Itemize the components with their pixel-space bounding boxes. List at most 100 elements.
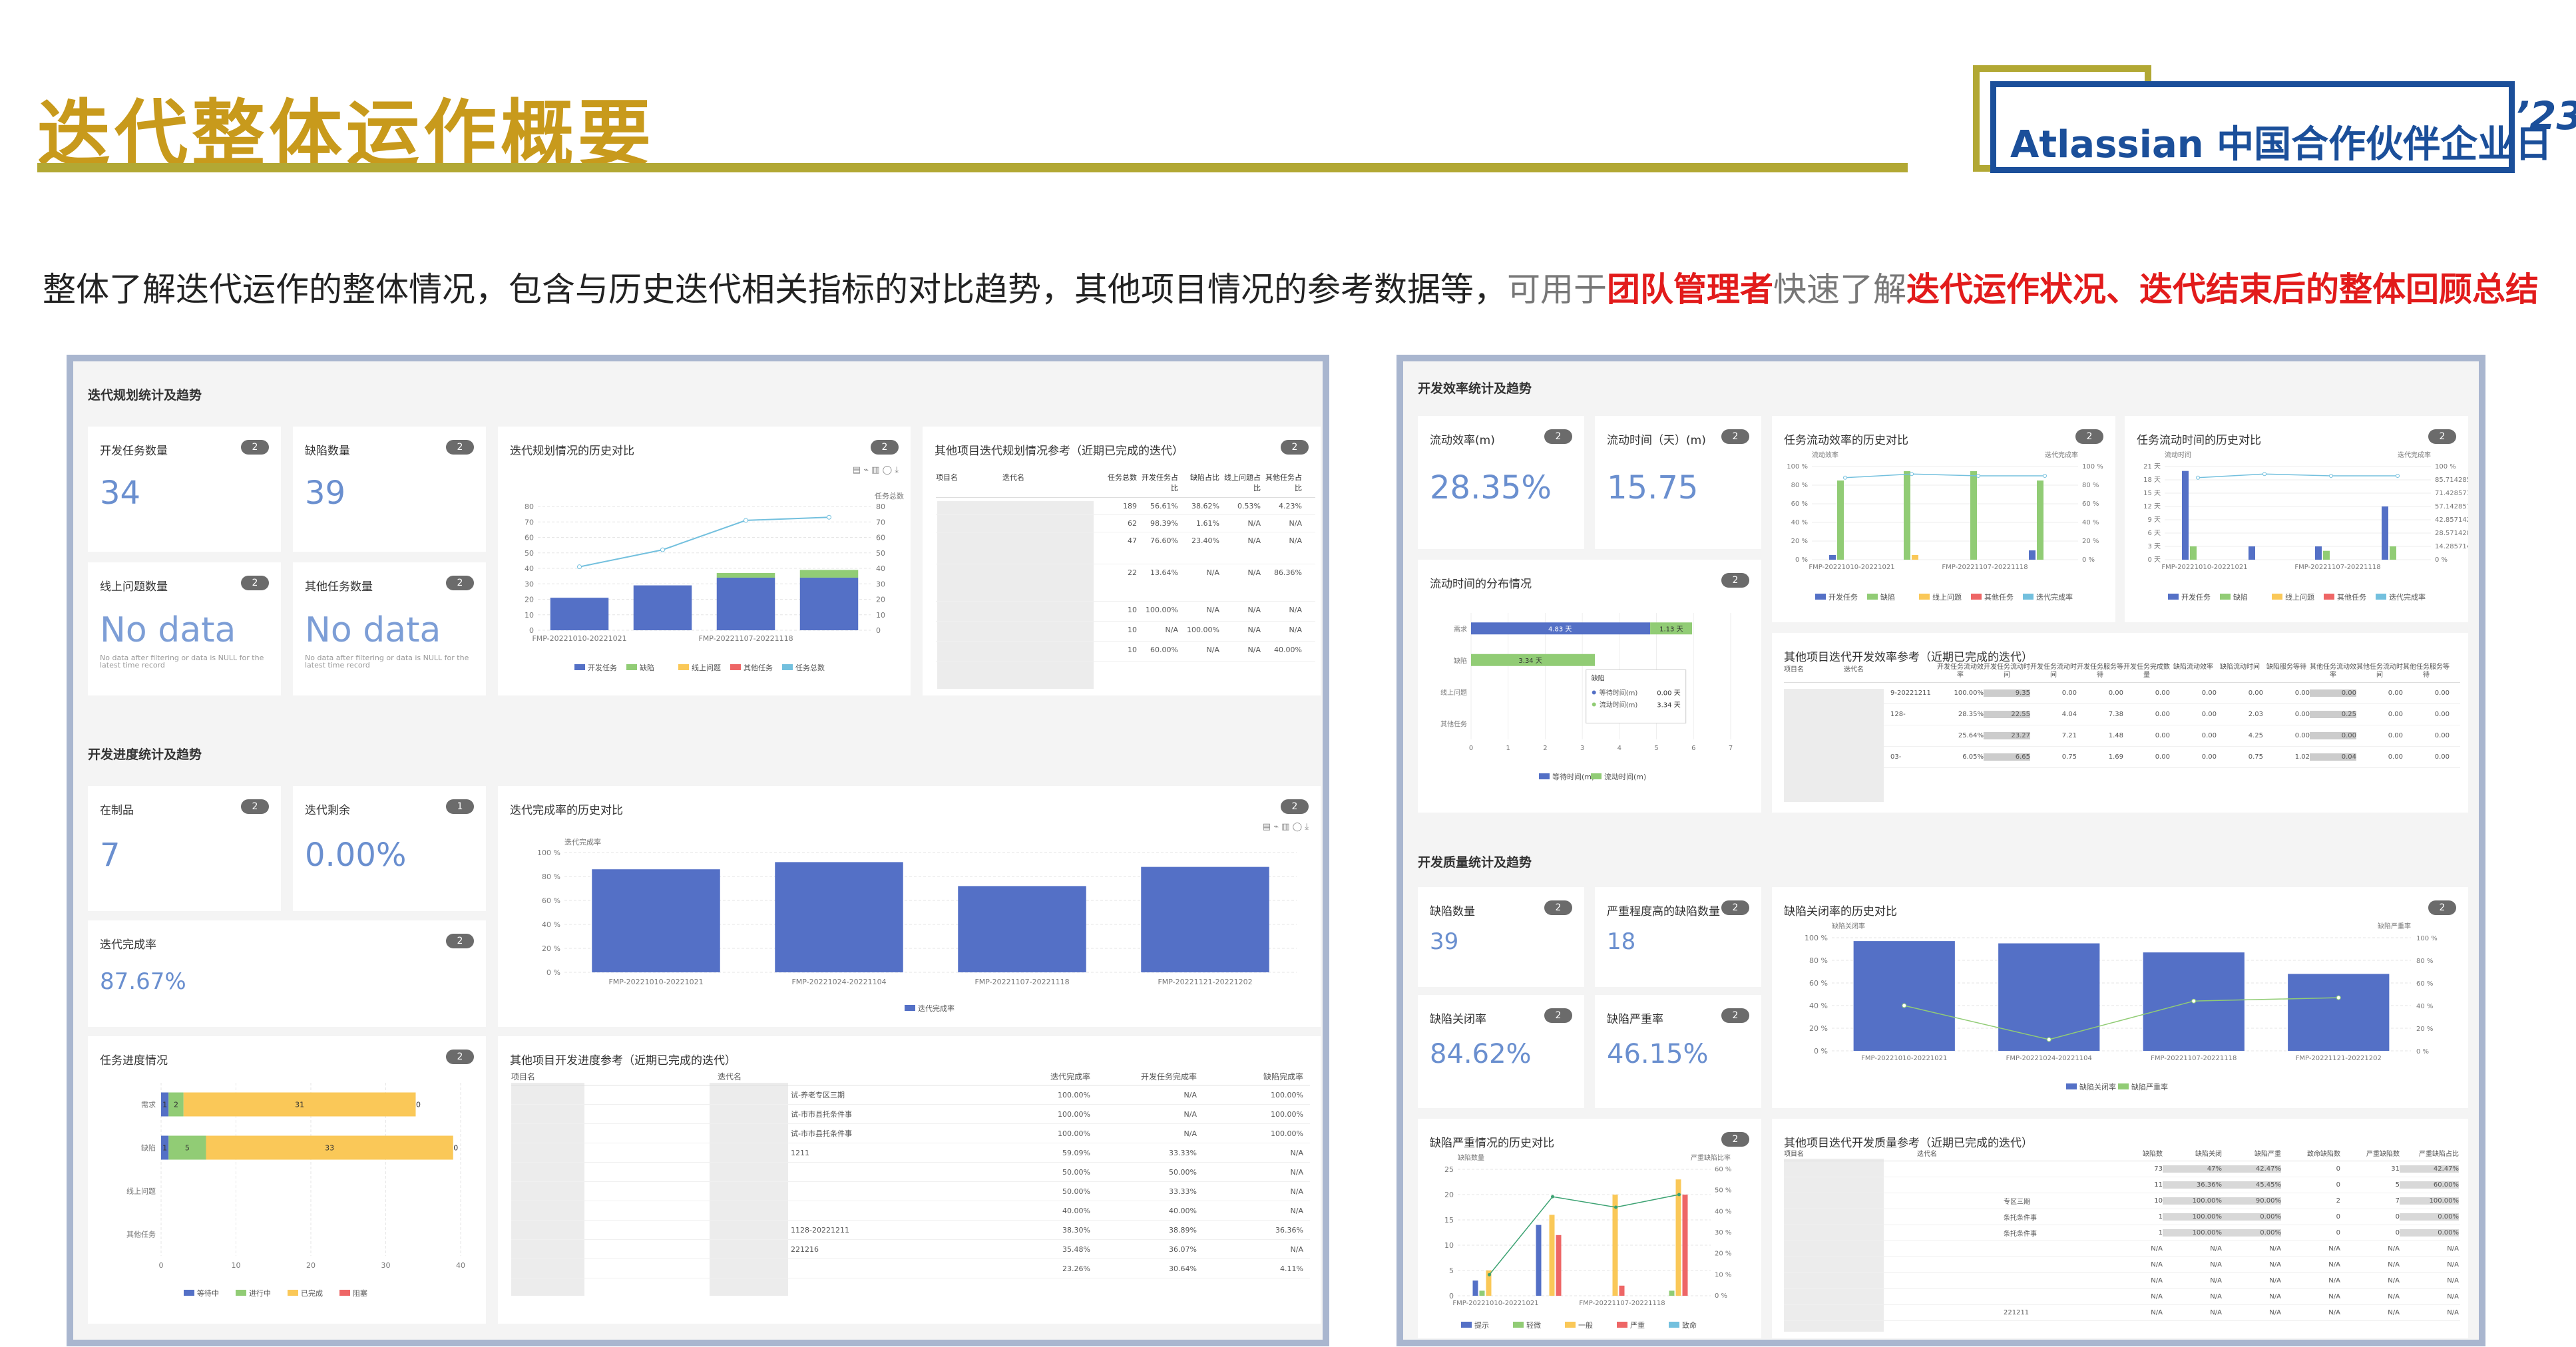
tick-label: 6 天 bbox=[2147, 530, 2161, 537]
legend-swatch bbox=[2272, 594, 2282, 600]
close-rate-bar bbox=[1998, 943, 2100, 1051]
filter-badge[interactable]: 2 bbox=[1544, 429, 1572, 444]
kpi-label: 在制品 bbox=[100, 804, 134, 817]
legend-label: 等待时间(m) bbox=[1552, 772, 1594, 781]
table-row: 1211 59.09% 33.33% N/A bbox=[511, 1143, 1310, 1163]
legend-label: 其他任务 bbox=[744, 664, 773, 672]
data-label: 1 bbox=[162, 1101, 167, 1109]
bar bbox=[2037, 481, 2043, 560]
section-title-quality: 开发质量统计及趋势 bbox=[1418, 855, 1532, 870]
filter-badge[interactable]: 2 bbox=[2428, 429, 2456, 444]
completion-point bbox=[1976, 474, 1980, 478]
tooltip-dot bbox=[1592, 702, 1596, 707]
filter-badge[interactable]: 2 bbox=[446, 576, 474, 590]
filter-badge[interactable]: 2 bbox=[446, 440, 474, 455]
table-title: 其他项目迭代开发效率参考（近期已完成的迭代） bbox=[1784, 651, 2033, 664]
filter-badge[interactable]: 2 bbox=[1544, 900, 1572, 915]
data-label: 0 bbox=[453, 1144, 458, 1153]
filter-badge[interactable]: 2 bbox=[1281, 440, 1309, 455]
axis-label: 缺陷严重率 bbox=[2378, 922, 2411, 930]
legend-label: 开发任务 bbox=[2181, 592, 2211, 602]
completion-point bbox=[1910, 472, 1914, 477]
total-point bbox=[744, 518, 748, 523]
tick-label: 20 bbox=[876, 596, 885, 604]
kpi-card-wip: 在制品 2 7 bbox=[88, 786, 281, 911]
tick-label: 9 天 bbox=[2147, 516, 2161, 524]
tick-label: 70 bbox=[525, 518, 534, 526]
legend-label: 任务总数 bbox=[795, 663, 825, 672]
legend-swatch bbox=[1971, 594, 1982, 600]
filter-badge[interactable]: 2 bbox=[1721, 900, 1749, 915]
kpi-label: 缺陷严重率 bbox=[1607, 1013, 1663, 1026]
kpi-label: 缺陷数量 bbox=[305, 445, 350, 458]
flow-time-distribution-chart: 0 1 2 3 4 5 6 7需求缺陷线上问题其他任务4.83 天 1.13 天3.34 天缺陷… bbox=[1440, 613, 1733, 781]
total-line bbox=[579, 516, 829, 568]
legend-swatch bbox=[905, 1005, 915, 1011]
filter-badge[interactable]: 1 bbox=[446, 799, 474, 814]
axis-label: 严重缺陷比率 bbox=[1691, 1153, 1731, 1162]
kpi-label: 缺陷关闭率 bbox=[1430, 1013, 1486, 1026]
table-header: 项目名 迭代名 开发任务流动效率 开发任务流动时间 开发任务流动时间 开发任务服务等待 开发… bbox=[1784, 664, 2460, 683]
kpi-value: 28.35% bbox=[1430, 469, 1552, 506]
completion-point bbox=[2043, 474, 2047, 478]
filter-badge[interactable]: 2 bbox=[1721, 573, 1749, 588]
x-tick: FMP-20221010-20221021 bbox=[1809, 564, 1894, 571]
tick-label: 50 bbox=[525, 549, 534, 558]
chart-title: 任务流动效率的历史对比 bbox=[1784, 434, 1908, 447]
severity-point bbox=[2336, 995, 2341, 1000]
tick-label: 20 % bbox=[2416, 1026, 2433, 1033]
tick-label: 5 bbox=[1654, 745, 1658, 752]
legend-label: 缺陷 bbox=[2233, 592, 2248, 602]
kpi-label: 严重程度高的缺陷数量 bbox=[1607, 905, 1720, 918]
tick-label: 30 bbox=[876, 580, 885, 588]
legend-label: 阻塞 bbox=[353, 1288, 367, 1298]
bar bbox=[2182, 471, 2189, 560]
legend-label: 其他任务 bbox=[1984, 593, 2014, 602]
tick-label: 57.14285714285714 % bbox=[2435, 503, 2468, 510]
severity-point bbox=[1902, 1003, 1907, 1008]
filter-badge[interactable]: 2 bbox=[1281, 799, 1309, 814]
filter-badge[interactable]: 2 bbox=[1721, 1132, 1749, 1147]
category-label: 缺陷 bbox=[1454, 656, 1467, 665]
filter-badge[interactable]: 2 bbox=[446, 934, 474, 948]
kpi-label: 流动时间（天）(m) bbox=[1607, 434, 1706, 447]
x-tick: FMP-20221107-20221118 bbox=[2151, 1055, 2237, 1062]
kpi-card-online-issues: 线上问题数量 2 No data No data after filtering… bbox=[88, 562, 281, 695]
quality-ref-table-card: 其他项目迭代开发质量参考（近期已完成的迭代） 项目名 迭代名 缺陷数 缺陷关闭 缺陷严重… bbox=[1772, 1119, 2468, 1338]
table-row: 23.26% 30.64% 4.11% bbox=[511, 1259, 1310, 1278]
tick-label: 20 bbox=[306, 1261, 316, 1270]
tick-label: 20 % bbox=[1791, 538, 1808, 545]
filter-badge[interactable]: 2 bbox=[241, 440, 269, 455]
tick-label: 20 % bbox=[2082, 538, 2099, 545]
tick-label: 0 天 bbox=[2147, 556, 2161, 564]
table-row: 11 36.36% 45.45% 0 5 60.00% bbox=[1784, 1177, 2460, 1193]
legend-label: 进行中 bbox=[249, 1289, 271, 1298]
completion-history-chart-card: 迭代完成率的历史对比 2 ▤ ⌁ ▥ ◯ ⤓ 迭代完成率 0 % 20 % 40 % 6… bbox=[498, 786, 1321, 1027]
legend-swatch bbox=[1513, 1322, 1524, 1328]
filter-badge[interactable]: 2 bbox=[241, 576, 269, 590]
kpi-value: 15.75 bbox=[1607, 469, 1699, 506]
table-row: 03- 6.05% 6.65 0.75 1.69 0.00 0.00 0.75 1.02 0.04… bbox=[1784, 747, 2460, 768]
category-label: 其他任务 bbox=[1440, 719, 1467, 728]
legend-swatch bbox=[2023, 594, 2034, 600]
efficiency-ref-table: 项目名 迭代名 开发任务流动效率 开发任务流动时间 开发任务流动时间 开发任务服务等待 开发… bbox=[1784, 664, 2460, 768]
filter-badge[interactable]: 2 bbox=[2428, 900, 2456, 915]
legend-swatch bbox=[1461, 1322, 1472, 1328]
chart-toolbar[interactable]: ▤ ⌁ ▥ ◯ ⤓ bbox=[1263, 822, 1309, 832]
tick-label: 28.57142857142857 % bbox=[2435, 530, 2468, 537]
section-title-progress: 开发进度统计及趋势 bbox=[88, 747, 202, 762]
filter-badge[interactable]: 2 bbox=[2075, 429, 2103, 444]
filter-badge[interactable]: 2 bbox=[871, 440, 899, 455]
filter-badge[interactable]: 2 bbox=[1544, 1008, 1572, 1023]
filter-badge[interactable]: 2 bbox=[1721, 429, 1749, 444]
legend-swatch bbox=[2118, 1083, 2129, 1089]
filter-badge[interactable]: 2 bbox=[446, 1050, 474, 1064]
legend-swatch bbox=[678, 664, 689, 670]
tick-label: 20 % bbox=[1715, 1251, 1731, 1258]
filter-badge[interactable]: 2 bbox=[241, 799, 269, 814]
filter-badge[interactable]: 2 bbox=[1721, 1008, 1749, 1023]
kpi-label: 迭代剩余 bbox=[305, 804, 350, 817]
kpi-label: 其他任务数量 bbox=[305, 580, 373, 594]
table-row: 9-20221211 100.00% 9.35 0.00 0.00 0.00 0.00 0.0… bbox=[1784, 683, 2460, 704]
bar bbox=[2315, 546, 2322, 560]
